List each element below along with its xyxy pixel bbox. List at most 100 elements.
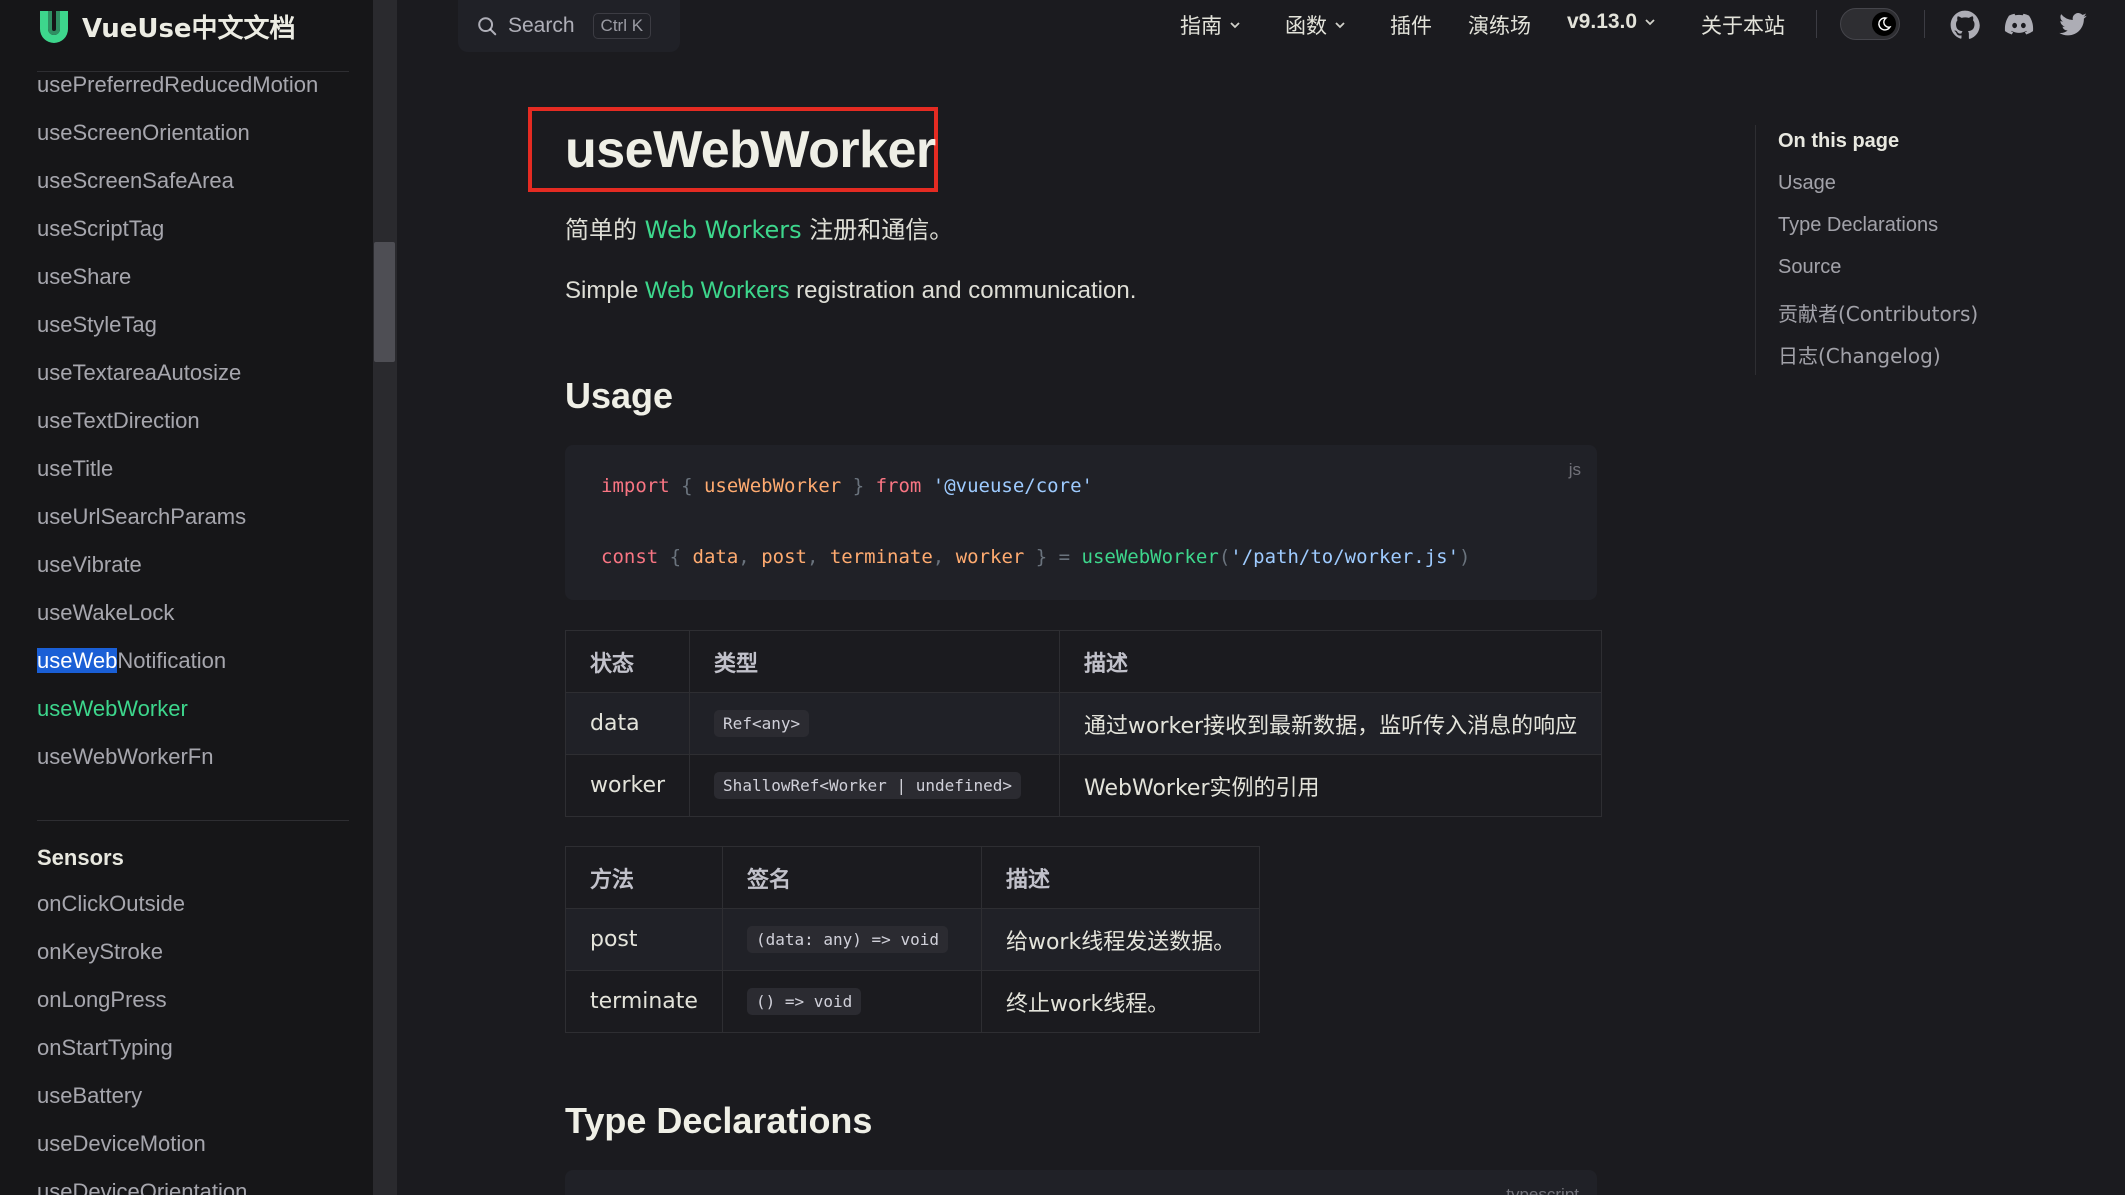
sidebar-item-usewebnotification[interactable]: useWebNotification	[37, 642, 357, 690]
sidebar-item[interactable]: usePreferredReducedMotion	[37, 66, 357, 114]
github-icon[interactable]	[1950, 10, 1980, 40]
sidebar-scrollbar-thumb[interactable]	[374, 242, 395, 362]
method-table: 方法 签名 描述 post (data: any) => void 给work线…	[565, 846, 1261, 1033]
sidebar-item-active[interactable]: useWebWorker	[37, 690, 357, 738]
sidebar-group-title: Sensors	[37, 845, 124, 870]
sidebar-item[interactable]: useTitle	[37, 450, 357, 498]
table-header: 签名	[721, 846, 982, 909]
table-cell: ShallowRef<Worker | undefined>	[689, 754, 1061, 817]
nav-functions[interactable]: 函数	[1285, 10, 1347, 40]
description-zh-before: 简单的	[565, 216, 645, 244]
description-zh: 简单的 Web Workers 注册和通信。	[565, 210, 953, 245]
sidebar-item[interactable]: useWebWorkerFn	[37, 738, 357, 786]
table-row: worker ShallowRef<Worker | undefined> We…	[564, 754, 1603, 817]
table-cell: 通过worker接收到最新数据，监听传入消息的响应	[1059, 692, 1603, 755]
nav-playground[interactable]: 演练场	[1468, 10, 1531, 40]
table-cell: (data: any) => void	[721, 908, 982, 971]
sidebar-scrollbar-track[interactable]	[373, 0, 397, 1195]
search-icon	[478, 17, 497, 36]
nav-divider	[1816, 10, 1817, 38]
aside-item-usage[interactable]: Usage	[1778, 172, 1836, 195]
sidebar-item[interactable]: onKeyStroke	[37, 933, 357, 981]
aside-item-contributors[interactable]: 贡献者(Contributors)	[1778, 298, 1978, 327]
aside-item-source[interactable]: Source	[1778, 256, 1841, 279]
description-en: Simple Web Workers registration and comm…	[565, 277, 1136, 305]
aside-item-type-declarations[interactable]: Type Declarations	[1778, 214, 1938, 237]
signature-code: () => void	[746, 988, 862, 1015]
sidebar-item[interactable]: useTextDirection	[37, 402, 357, 450]
chevron-down-icon	[1335, 22, 1345, 29]
description-en-after: registration and communication.	[789, 277, 1137, 304]
chevron-down-icon	[1230, 22, 1240, 29]
web-workers-link[interactable]: Web Workers	[645, 277, 789, 304]
sidebar-item[interactable]: useScreenSafeArea	[37, 162, 357, 210]
search-highlight: useWeb	[37, 648, 118, 673]
sidebar-item[interactable]: useDeviceMotion	[37, 1125, 357, 1173]
dark-mode-toggle[interactable]	[1840, 8, 1900, 40]
sidebar-item[interactable]: useTextareaAutosize	[37, 354, 357, 402]
nav-about[interactable]: 关于本站	[1701, 10, 1785, 40]
table-cell: worker	[564, 754, 691, 817]
usage-code-block[interactable]: js import { useWebWorker } from '@vueuse…	[565, 445, 1597, 600]
nav-guide-label: 指南	[1180, 14, 1222, 38]
description-zh-after: 注册和通信。	[801, 216, 954, 244]
table-header: 描述	[1059, 630, 1603, 693]
sidebar-item[interactable]: useStyleTag	[37, 306, 357, 354]
signature-code: (data: any) => void	[746, 926, 948, 953]
moon-icon	[1872, 12, 1896, 36]
twitter-icon[interactable]	[2058, 10, 2088, 40]
chevron-down-icon	[1645, 19, 1655, 26]
sidebar-item[interactable]: useVibrate	[37, 546, 357, 594]
description-en-before: Simple	[565, 277, 646, 304]
sidebar-group-list: onClickOutside onKeyStroke onLongPress o…	[37, 885, 357, 1195]
nav-functions-label: 函数	[1285, 14, 1327, 38]
aside-title: On this page	[1778, 130, 1900, 152]
sidebar-item[interactable]: onLongPress	[37, 981, 357, 1029]
usage-heading: Usage	[565, 375, 674, 416]
brand[interactable]: VueUse中文文档	[38, 6, 296, 46]
type-declarations-heading: Type Declarations	[565, 1100, 873, 1141]
table-row: terminate () => void 终止work线程。	[565, 970, 1261, 1033]
table-cell: 终止work线程。	[980, 970, 1261, 1033]
code-line-import: import { useWebWorker } from '@vueuse/co…	[601, 475, 1093, 497]
sidebar-item[interactable]: useBattery	[37, 1077, 357, 1125]
sidebar-item[interactable]: useUrlSearchParams	[37, 498, 357, 546]
table-cell: terminate	[565, 970, 723, 1033]
table-cell: 给work线程发送数据。	[980, 908, 1261, 971]
sidebar-item[interactable]: useScriptTag	[37, 210, 357, 258]
sidebar-item-label: Notification	[117, 648, 227, 673]
table-header: 类型	[689, 630, 1061, 693]
type-declarations-code-block[interactable]: typescript	[565, 1170, 1597, 1195]
page-title: useWebWorker	[565, 121, 936, 179]
aside-item-changelog[interactable]: 日志(Changelog)	[1778, 340, 1941, 369]
search-button[interactable]: Search Ctrl K	[458, 0, 680, 52]
sidebar-item[interactable]: useWakeLock	[37, 594, 357, 642]
search-shortcut: Ctrl K	[592, 13, 652, 39]
nav-guide[interactable]: 指南	[1180, 10, 1242, 40]
sidebar-item[interactable]: onStartTyping	[37, 1029, 357, 1077]
table-header: 方法	[565, 846, 723, 909]
vueuse-logo-icon	[40, 11, 68, 43]
nav-divider	[1924, 10, 1925, 38]
sidebar-item[interactable]: useScreenOrientation	[37, 114, 357, 162]
brand-name: VueUse中文文档	[82, 13, 296, 44]
table-cell: post	[565, 908, 723, 971]
sidebar-item[interactable]: useShare	[37, 258, 357, 306]
sidebar-item[interactable]: useDeviceOrientation	[37, 1173, 357, 1195]
web-workers-link[interactable]: Web Workers	[645, 216, 802, 244]
sidebar-divider	[37, 820, 349, 821]
nav-version[interactable]: v9.13.0	[1567, 10, 1657, 34]
code-line-const: const { data, post, terminate, worker } …	[601, 546, 1471, 568]
nav-addons[interactable]: 插件	[1390, 10, 1432, 40]
nav-version-label: v9.13.0	[1567, 10, 1638, 33]
table-row: data Ref<any> 通过worker接收到最新数据，监听传入消息的响应	[564, 692, 1603, 755]
table-cell: () => void	[721, 970, 982, 1033]
aside-border	[1755, 125, 1756, 375]
search-label: Search	[508, 14, 575, 37]
table-cell: data	[564, 692, 691, 755]
sidebar-list: usePreferredReducedMotion useScreenOrien…	[37, 66, 357, 786]
discord-icon[interactable]	[2004, 10, 2034, 40]
code-lang-label: typescript	[1506, 1185, 1579, 1195]
sidebar: VueUse中文文档 usePreferredReducedMotion use…	[0, 0, 373, 1195]
sidebar-item[interactable]: onClickOutside	[37, 885, 357, 933]
